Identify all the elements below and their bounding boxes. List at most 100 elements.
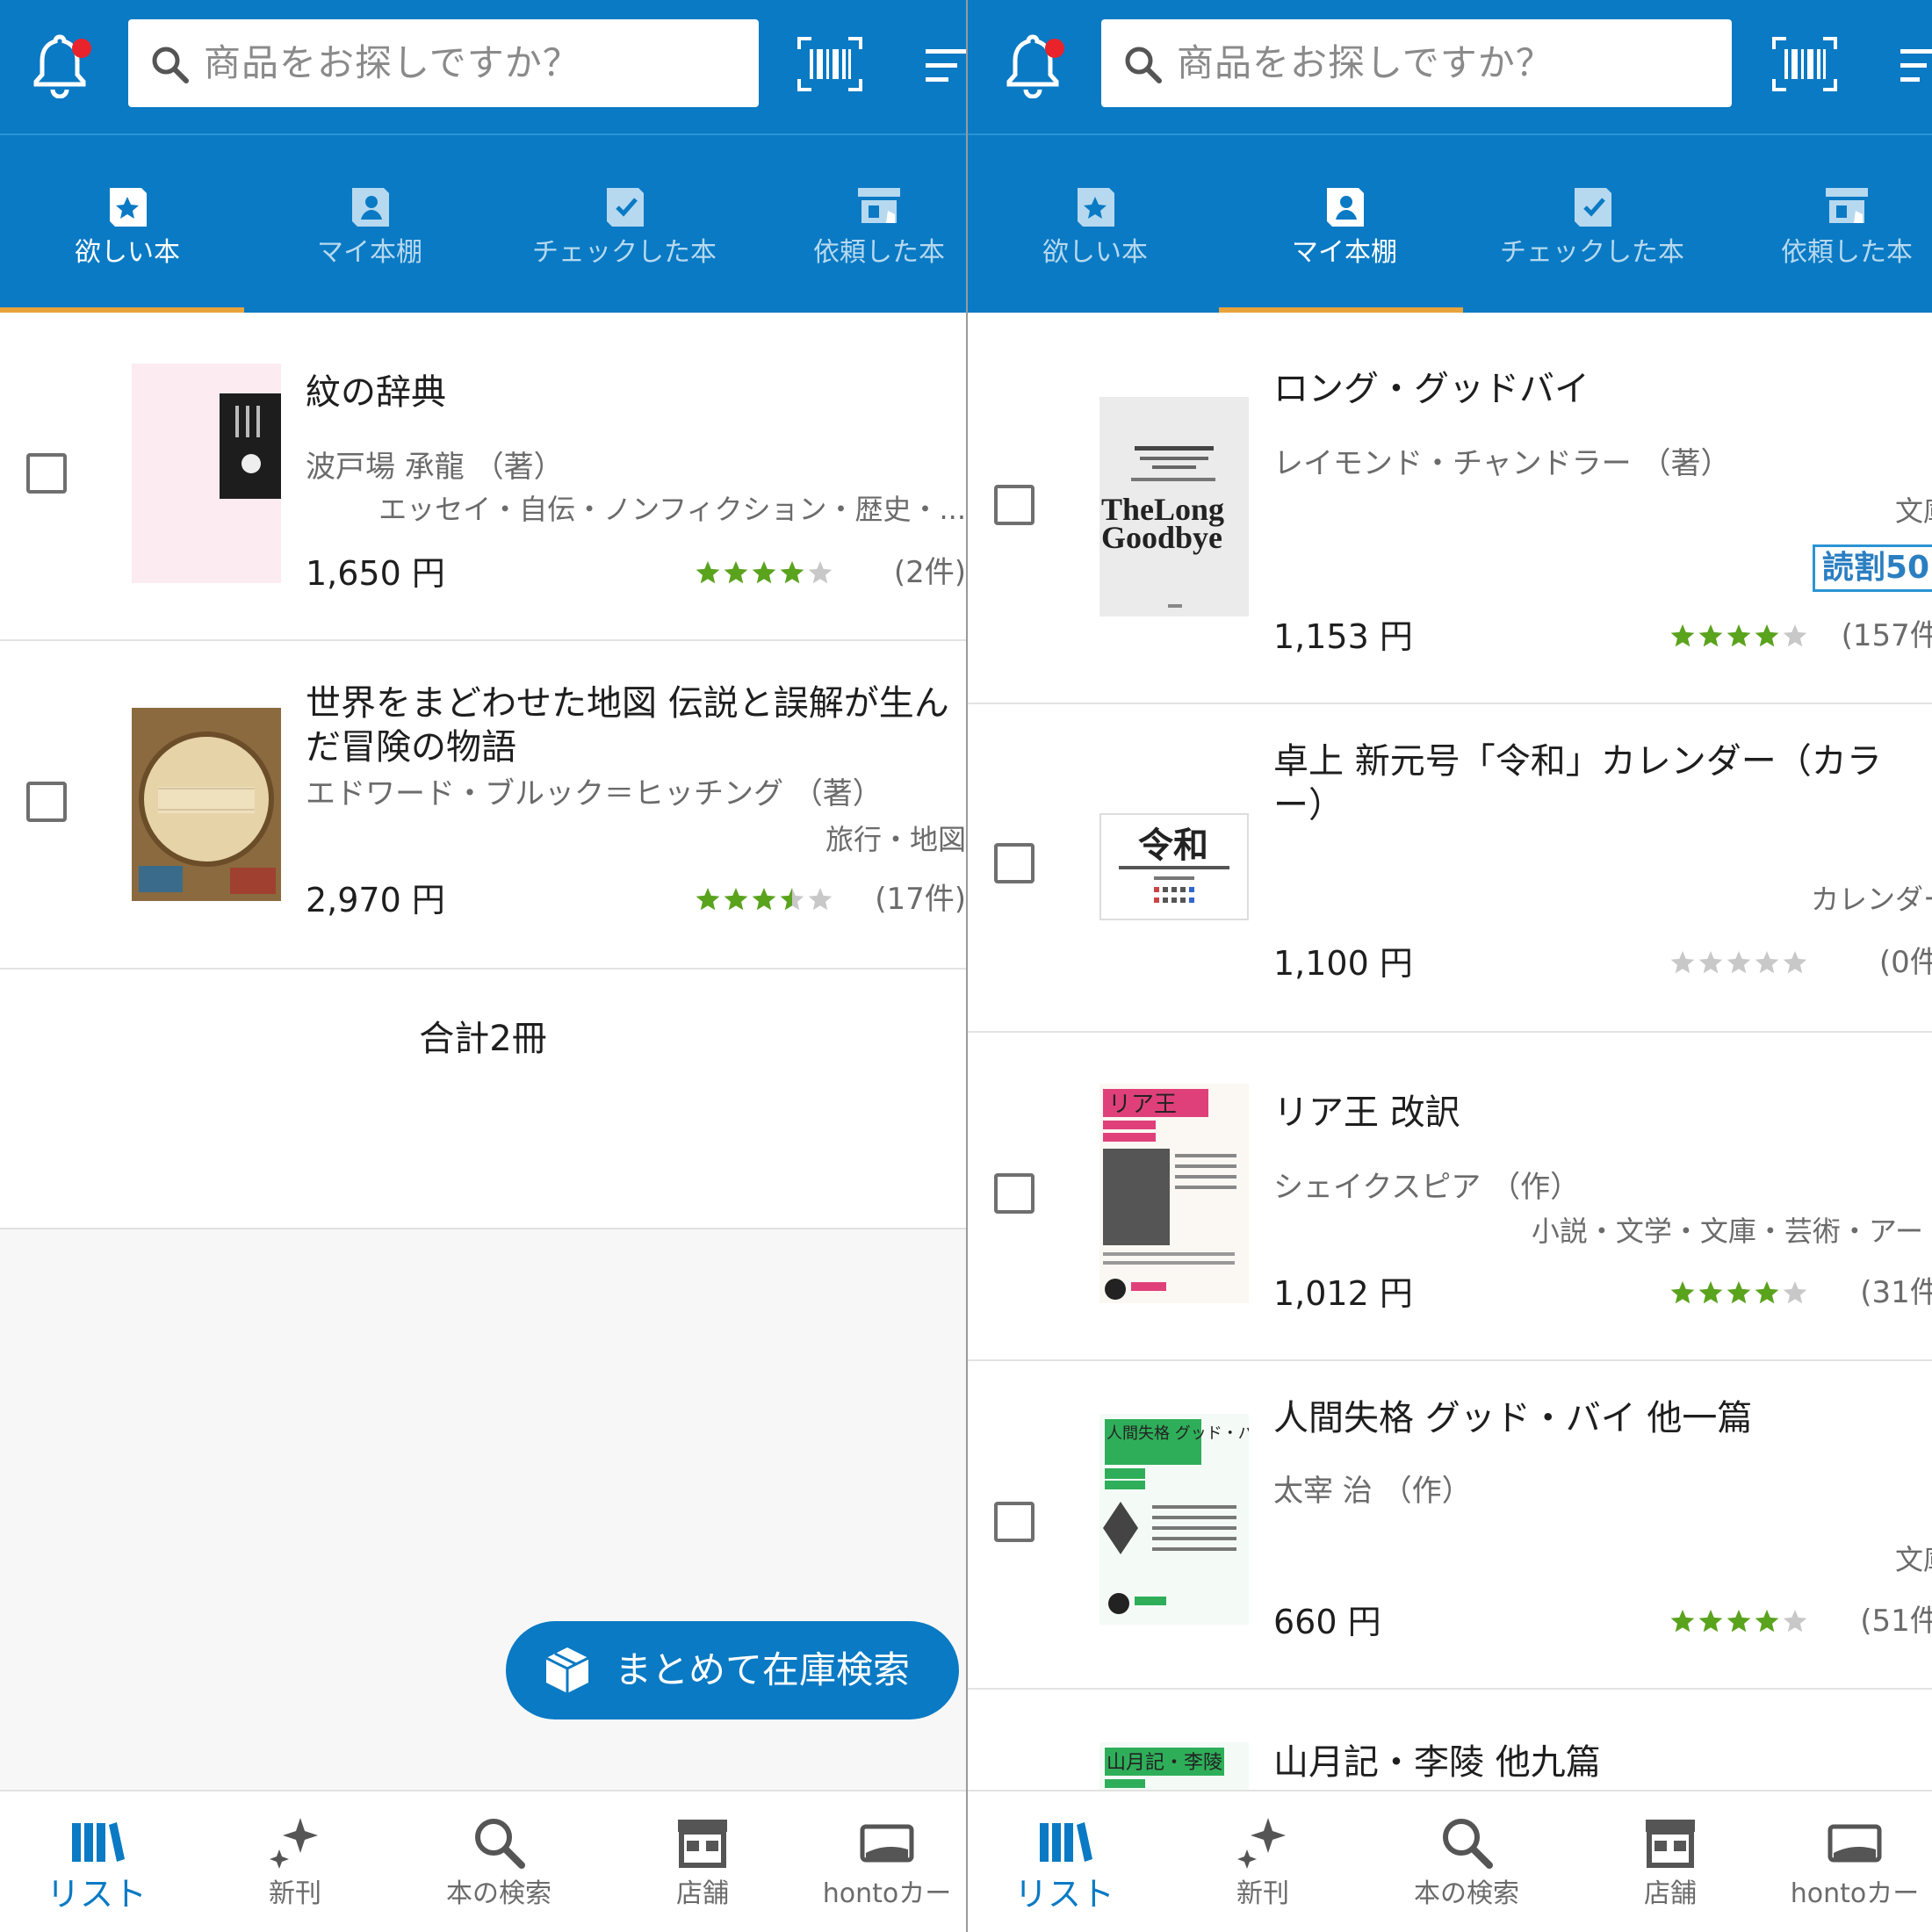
item-checkbox[interactable] <box>994 843 1034 883</box>
book-cover-art: リア王 <box>1103 1089 1236 1300</box>
tab-label: チェックした本 <box>532 237 717 268</box>
book-genre: 旅行・地図 <box>825 823 966 856</box>
book-title[interactable]: 卓上 新元号「令和」カレンダー（カラー） <box>1273 739 1923 827</box>
sort-menu-icon[interactable] <box>1899 46 1932 86</box>
book-title[interactable]: リア王 改訳 <box>1273 1091 1932 1135</box>
list-item[interactable]: TheLong Goodbye ロング・グッドバイ レイモンド・チャンドラー （著… <box>968 313 1932 704</box>
barcode-scan-icon[interactable] <box>1772 37 1837 91</box>
nav-honto-card[interactable]: hontoカー <box>1758 1791 1932 1932</box>
nav-stores[interactable]: 店舗 <box>606 1791 799 1932</box>
book-title[interactable]: ロング・グッドバイ <box>1273 367 1932 411</box>
list-item[interactable]: 紋の辞典 波戸場 承龍 （著） エッセイ・自伝・ノンフィクション・歴史・... … <box>0 313 966 641</box>
search-placeholder: 商品をお探しですか？ <box>1177 41 1554 84</box>
star-filled-icon <box>1755 1610 1779 1633</box>
book-cover[interactable]: 人間失格 グッド・バイ <box>1099 1414 1249 1625</box>
nav-new-releases[interactable]: 新刊 <box>198 1791 392 1932</box>
total-count: 合計2冊 <box>419 1019 547 1059</box>
book-cover[interactable]: リア王 <box>1099 1084 1249 1303</box>
search-input[interactable]: 商品をお探しですか？ <box>128 19 759 107</box>
fab-label: まとめて在庫検索 <box>615 1648 911 1691</box>
star-filled-icon <box>1670 1610 1695 1633</box>
tab-checked-books[interactable]: チェックした本 <box>1465 135 1719 313</box>
nav-label: 新刊 <box>1236 1878 1289 1909</box>
card-icon <box>1827 1824 1882 1863</box>
list-item[interactable]: 人間失格 グッド・バイ 人間失格 グッド・バイ 他一篇 太宰 治 （作） 文庫 … <box>968 1361 1932 1690</box>
book-author[interactable]: エドワード・ブルック＝ヒッチング （著） <box>306 775 883 813</box>
star-filled-icon <box>1670 624 1695 647</box>
notification-dot <box>1045 39 1064 58</box>
list-tabs: 欲しい本 マイ本棚 チェックした本 依頼した本 <box>0 133 966 313</box>
nav-label: 店舗 <box>1644 1878 1697 1909</box>
tab-requested-books[interactable]: 依頼した本 <box>752 135 966 313</box>
nav-book-search[interactable]: 本の検索 <box>402 1791 595 1932</box>
tab-my-bookshelf[interactable]: マイ本棚 <box>242 135 497 313</box>
star-filled-icon <box>724 561 748 584</box>
tab-wishlist[interactable]: 欲しい本 <box>0 135 255 313</box>
book-cover[interactable] <box>132 364 281 583</box>
sort-menu-icon[interactable] <box>924 46 966 86</box>
book-author[interactable]: 波戸場 承龍 （著） <box>306 448 564 487</box>
book-price: 1,650 円 <box>306 554 445 593</box>
star-filled-icon <box>752 561 776 584</box>
star-icon <box>1783 624 1807 647</box>
book-cover-art: TheLongGoodbye <box>1099 397 1249 616</box>
book-cover[interactable]: 令和 <box>1099 813 1249 920</box>
search-icon <box>475 1819 525 1869</box>
cover-title-text-2: Goodbye <box>1101 520 1222 555</box>
book-cover[interactable] <box>132 708 281 901</box>
star-filled-icon <box>780 561 804 584</box>
book-title[interactable]: 山月記・李陵 他九篇 <box>1273 1741 1932 1784</box>
tab-my-bookshelf[interactable]: マイ本棚 <box>1217 135 1472 313</box>
app-header: 商品をお探しですか？ <box>0 0 966 133</box>
item-checkbox[interactable] <box>26 453 67 494</box>
item-checkbox[interactable] <box>994 1502 1034 1542</box>
rating-stars <box>1670 1281 1807 1304</box>
tab-label: 依頼した本 <box>813 237 945 268</box>
nav-stores[interactable]: 店舗 <box>1574 1791 1767 1932</box>
item-checkbox[interactable] <box>994 485 1034 525</box>
request-book-icon <box>858 188 900 223</box>
barcode-scan-icon[interactable] <box>797 37 862 91</box>
tab-checked-books[interactable]: チェックした本 <box>497 135 752 313</box>
book-title[interactable]: 世界をまどわせた地図 伝説と誤解が生んだ冒険の物語 <box>306 681 966 769</box>
book-author[interactable]: シェイクスピア （作） <box>1273 1168 1580 1207</box>
search-icon <box>1125 47 1162 83</box>
nav-list[interactable]: リスト <box>0 1791 193 1932</box>
book-cover[interactable]: TheLong Goodbye <box>1099 397 1249 616</box>
list-item[interactable]: 令和 卓上 新元号「令和」カレンダー（カラー） カレンダー 1,100 円 (0… <box>968 704 1932 1033</box>
book-author[interactable]: レイモンド・チャンドラー （著） <box>1273 444 1730 483</box>
book-price: 1,012 円 <box>1273 1274 1413 1313</box>
nav-book-search[interactable]: 本の検索 <box>1370 1791 1563 1932</box>
star-filled-icon <box>1755 624 1779 647</box>
book-cover-art <box>132 708 281 901</box>
book-title[interactable]: 紋の辞典 <box>306 371 966 415</box>
tab-label: チェックした本 <box>1500 237 1684 268</box>
list-item[interactable]: リア王 リア王 改訳 シェイクスピア （作） 小説・文学・文庫・芸術・アート 1… <box>968 1033 1932 1361</box>
book-title[interactable]: 人間失格 グッド・バイ 他一篇 <box>1273 1396 1932 1440</box>
item-checkbox[interactable] <box>994 1173 1034 1214</box>
search-icon <box>1443 1819 1493 1869</box>
search-icon <box>152 47 189 83</box>
star-icon <box>1727 951 1751 974</box>
list-item[interactable]: 世界をまどわせた地図 伝説と誤解が生んだ冒険の物語 エドワード・ブルック＝ヒッチ… <box>0 641 966 970</box>
person-book-icon <box>1327 188 1364 227</box>
star-icon <box>1783 951 1807 974</box>
nav-honto-card[interactable]: hontoカー <box>790 1791 966 1932</box>
tab-requested-books[interactable]: 依頼した本 <box>1719 135 1932 313</box>
book-author[interactable]: 太宰 治 （作） <box>1273 1472 1472 1510</box>
bulk-stock-search-button[interactable]: まとめて在庫検索 <box>506 1621 959 1719</box>
book-genre: 文庫 <box>1894 494 1932 528</box>
star-book-icon <box>1078 188 1114 227</box>
book-cover-art: 山月記・李陵 <box>1105 1748 1224 1788</box>
book-cover[interactable]: 山月記・李陵 <box>1099 1742 1249 1795</box>
tab-wishlist[interactable]: 欲しい本 <box>968 135 1222 313</box>
search-input[interactable]: 商品をお探しですか？ <box>1101 19 1732 107</box>
request-book-icon <box>1826 188 1868 223</box>
item-checkbox[interactable] <box>26 782 67 822</box>
nav-new-releases[interactable]: 新刊 <box>1166 1791 1359 1932</box>
my-bookshelf-screen: 商品をお探しですか？ 欲しい本 マイ本棚 チェックした本 依頼した本 TheLo… <box>966 0 1932 1932</box>
nav-label: リスト <box>46 1875 147 1914</box>
nav-list[interactable]: リスト <box>968 1791 1161 1932</box>
star-icon <box>1670 951 1695 974</box>
person-book-icon <box>352 188 389 227</box>
